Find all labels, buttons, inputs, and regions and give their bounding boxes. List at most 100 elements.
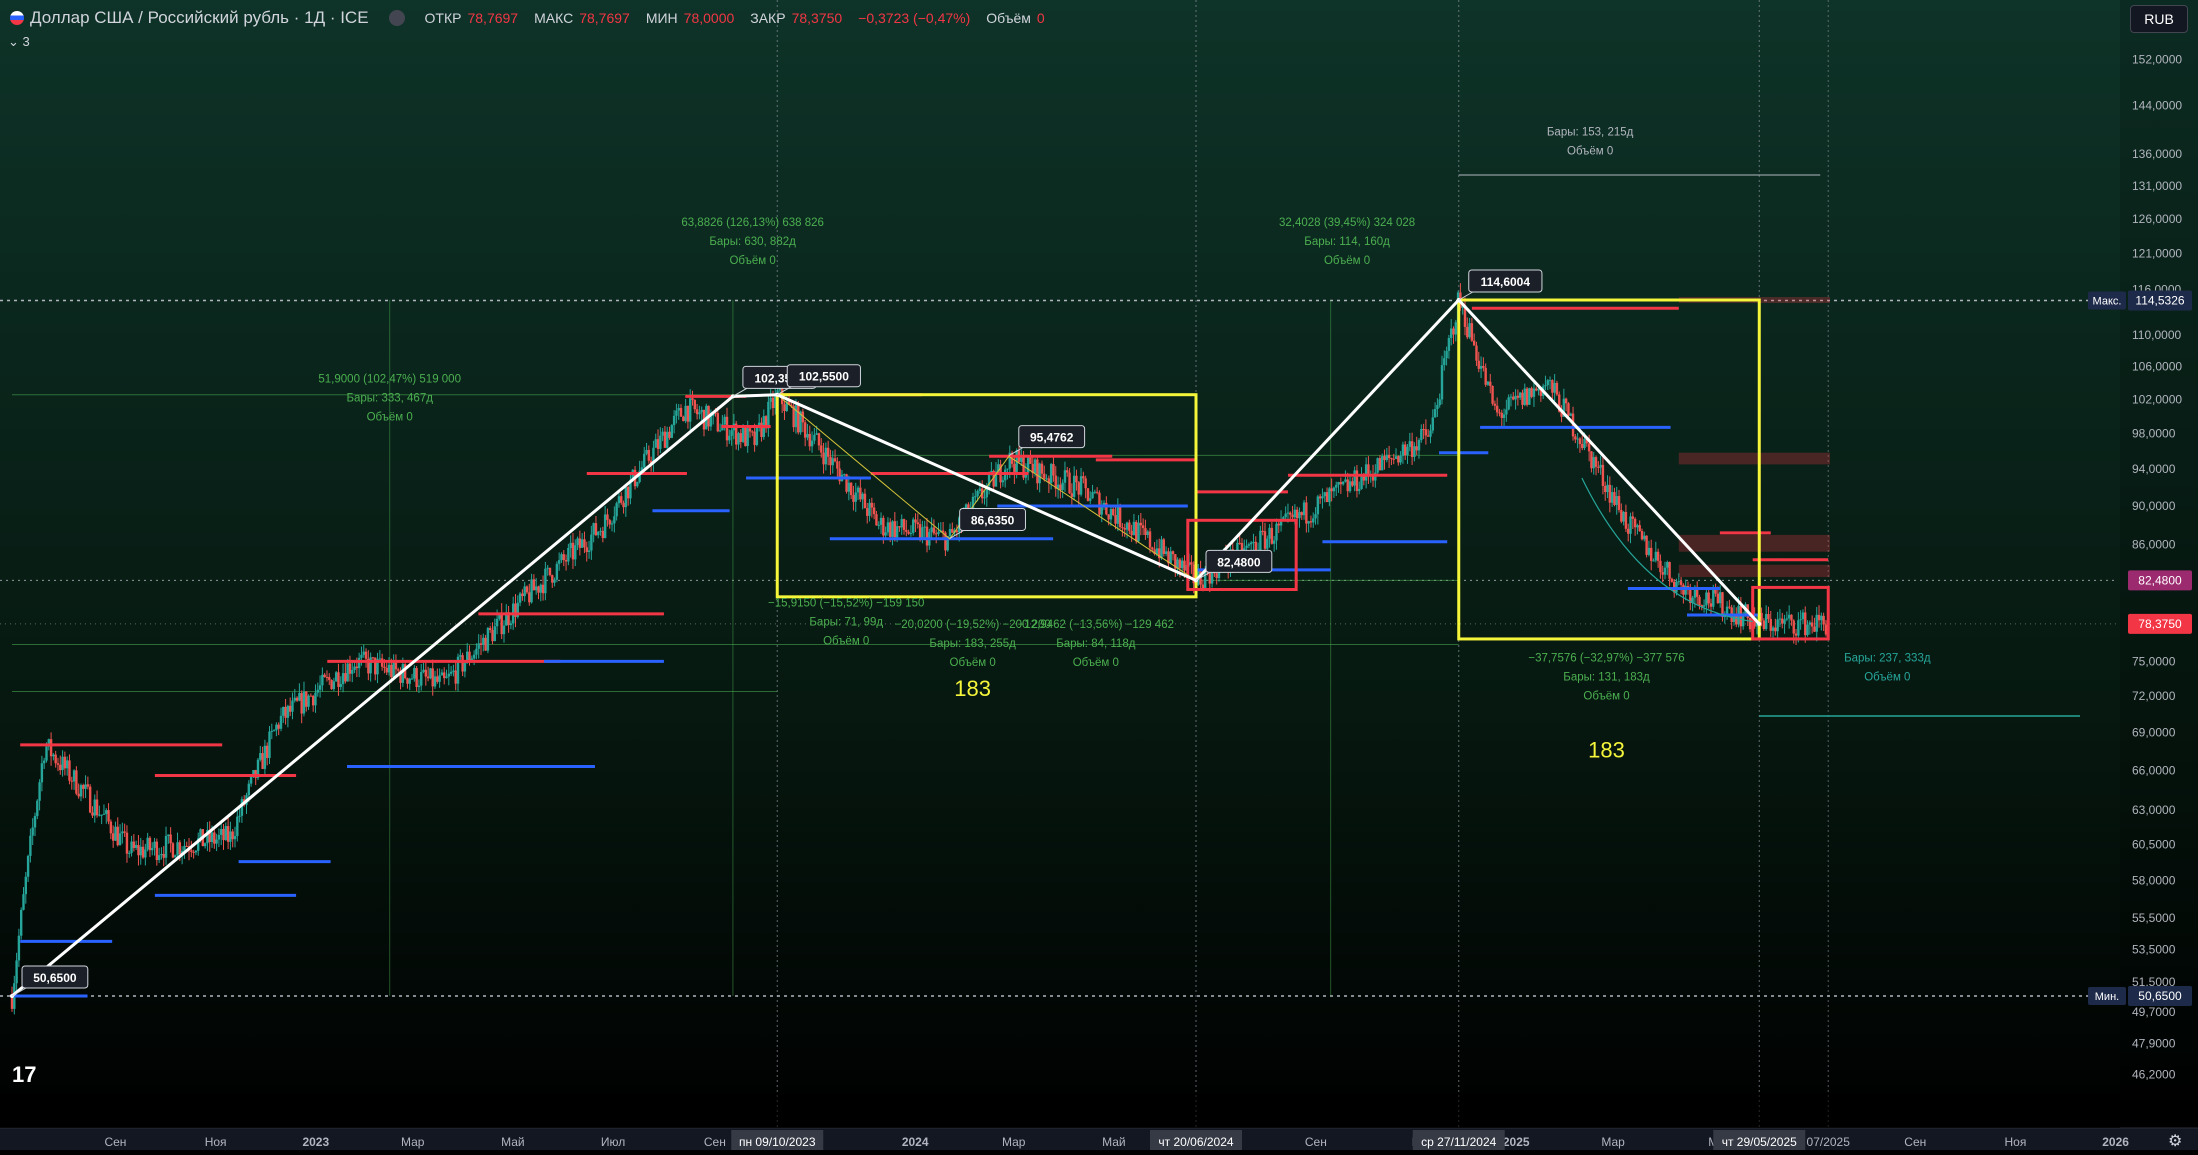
candle-body [475, 648, 478, 655]
candle-body [870, 502, 874, 508]
candle-body [1781, 618, 1784, 624]
time-axis-tick: Май [1102, 1135, 1126, 1149]
candle-body [1505, 409, 1508, 415]
candle-body [689, 398, 692, 422]
candle-body [686, 405, 690, 422]
candle-body [603, 514, 607, 538]
candle-body [468, 651, 471, 662]
candle-body [291, 700, 294, 712]
candle-body [744, 427, 747, 447]
candle-body [668, 431, 671, 438]
indicators-toggle[interactable]: ⌄ 3 [8, 34, 30, 50]
price-chart[interactable]: 50,6500102,3550102,550095,476286,635082,… [0, 0, 2198, 1150]
candle-body [247, 783, 250, 796]
candle-body [1300, 512, 1303, 516]
candle-body [1813, 626, 1816, 632]
candle-body [1261, 530, 1264, 532]
candle-body [1817, 614, 1821, 621]
price-axis-tick: 46,2000 [2132, 1067, 2176, 1081]
candle-body [1599, 464, 1602, 468]
candle-body [822, 452, 825, 465]
bottom-scroll-area[interactable] [0, 1094, 2120, 1128]
currency-button[interactable]: RUB [2130, 5, 2188, 33]
candle-body [1268, 527, 1271, 539]
candle-body [100, 814, 103, 816]
time-axis-tick: Мар [1002, 1135, 1026, 1149]
candle-body [1351, 481, 1354, 486]
candle-body [1652, 560, 1655, 562]
candle-body [445, 676, 448, 679]
volume-label: Объём [986, 10, 1031, 26]
time-axis-tick: 07/2025 [1807, 1135, 1851, 1149]
candle-body [332, 681, 336, 690]
settings-gear-icon[interactable]: ⚙ [2168, 1131, 2182, 1151]
candle-body [610, 523, 614, 525]
candle-body [532, 579, 536, 591]
candle-body [1615, 496, 1618, 505]
candle-body [695, 409, 699, 415]
chevron-down-icon: ⌄ [8, 34, 19, 49]
candle-body [277, 724, 280, 729]
candle-body [1452, 328, 1455, 335]
candle-body [672, 415, 676, 426]
candle-body [1509, 396, 1513, 398]
candle-body [813, 434, 816, 441]
candle-body [236, 816, 239, 837]
candle-body [1440, 365, 1444, 400]
candle-body [1801, 612, 1805, 620]
candle-body [518, 593, 522, 603]
candle-body [718, 430, 722, 432]
candle-body [1144, 528, 1147, 536]
candle-body [1091, 492, 1094, 499]
candle-body [1181, 560, 1184, 569]
candle-body [176, 842, 179, 856]
low-label: МИН [645, 10, 678, 26]
time-axis[interactable]: /06/2022СенНоя2023МарМайИюлСен2024МарМай… [0, 1127, 2198, 1150]
candle-body [272, 730, 276, 732]
open-value: 78,7697 [467, 10, 519, 26]
shaded-zone [1678, 452, 1830, 465]
measure-label-line: Объём 0 [729, 255, 775, 267]
candle-body [601, 530, 605, 538]
candle-body [521, 593, 524, 597]
candle-body [1486, 381, 1490, 385]
candle-body [1776, 619, 1779, 632]
candle-body [1383, 456, 1386, 461]
candle-body [1631, 516, 1635, 519]
candle-body [300, 693, 303, 714]
candle-body [1135, 521, 1138, 542]
candle-body [797, 405, 800, 433]
candle-body [1254, 541, 1257, 552]
candle-body [794, 405, 798, 428]
candle-body [160, 853, 163, 856]
candle-body [1162, 539, 1166, 554]
chart-area[interactable]: 50,6500 102,3550 102,5500 95,4762 86,6350 82,… [0, 0, 2198, 1150]
candle-body [1698, 596, 1701, 606]
candle-body [1118, 505, 1122, 528]
candle-body [1390, 458, 1393, 460]
candle-body [1321, 496, 1324, 499]
candle-body [1636, 525, 1639, 528]
candle-body [1677, 581, 1680, 583]
candle-body [755, 425, 759, 445]
time-highlight-text: чт 29/05/2025 [1722, 1135, 1797, 1149]
candle-body [620, 496, 623, 503]
candle-body [325, 676, 329, 678]
candle-body [1709, 603, 1713, 607]
collapse-icon[interactable] [388, 10, 405, 26]
candle-body [1252, 541, 1255, 543]
symbol-title[interactable]: Доллар США / Российский рубль · 1Д · ICE [30, 8, 369, 28]
candle-body [164, 835, 168, 858]
candle-body [1286, 512, 1290, 514]
candle-body [599, 530, 602, 532]
candle-body [1238, 542, 1241, 544]
candle-body [1647, 547, 1651, 555]
candle-body [1029, 457, 1032, 464]
candle-body [1330, 488, 1333, 492]
candle-body [889, 522, 892, 537]
candle-body [229, 831, 232, 842]
candle-body [1470, 323, 1474, 341]
candle-body [341, 673, 345, 685]
tradingview-logo: 17 [12, 1062, 37, 1087]
candle-body [1355, 470, 1359, 491]
